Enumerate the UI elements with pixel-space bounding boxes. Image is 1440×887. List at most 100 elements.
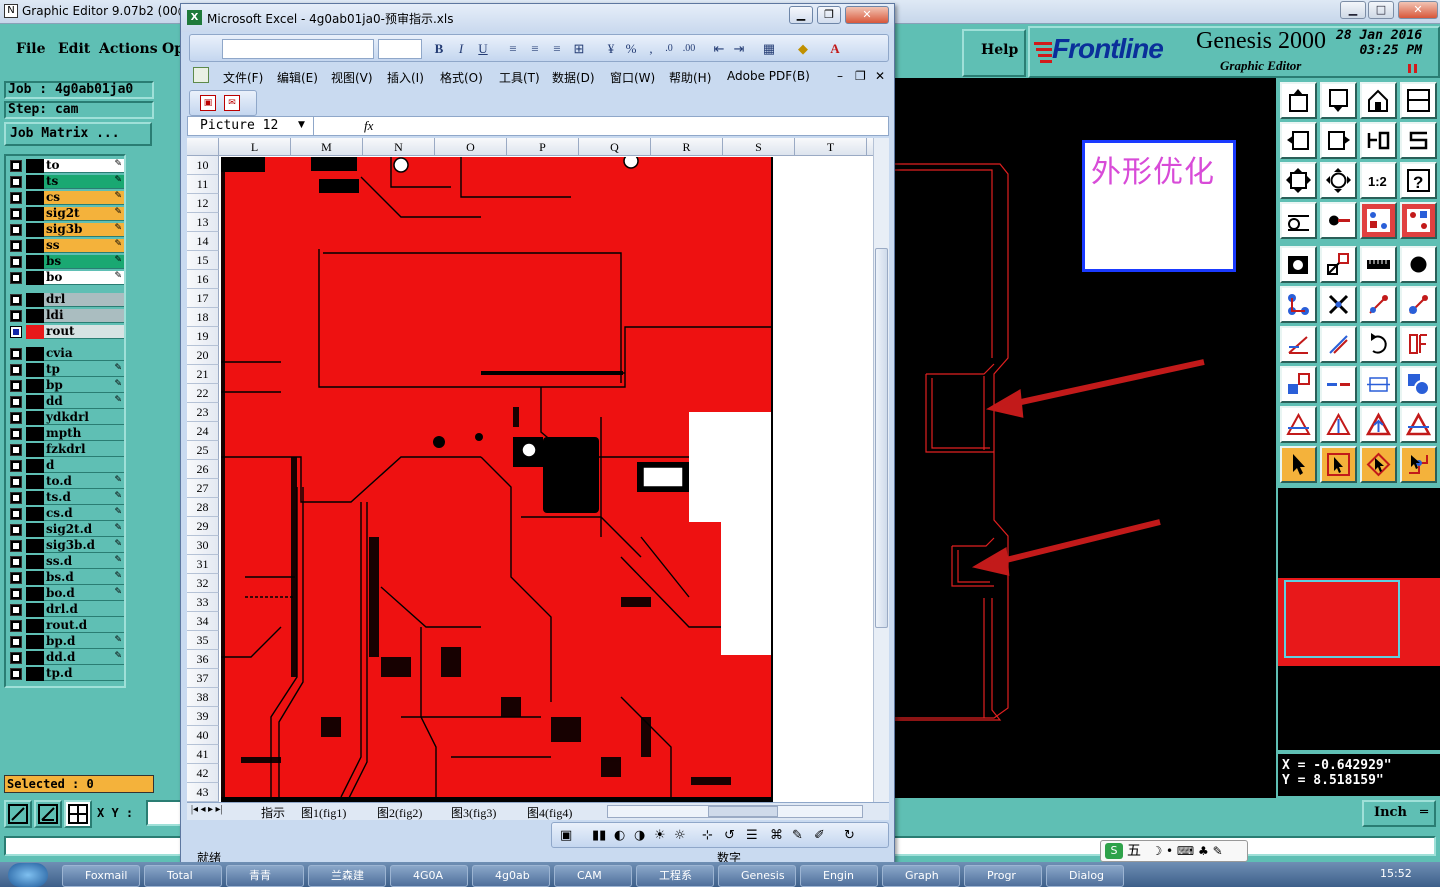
pad-tool-icon[interactable] — [1320, 202, 1357, 239]
layer-checkbox[interactable] — [10, 588, 22, 600]
row-header[interactable]: 40 — [187, 726, 219, 745]
layer-row[interactable]: dd ✎ — [8, 394, 124, 409]
percent-icon[interactable]: % — [622, 41, 640, 57]
sheet-grid[interactable]: LMNOPQRST 10 11 12 13 14 15 16 17 18 19 … — [187, 138, 889, 802]
excel-minimize-button[interactable]: ▁ — [789, 6, 813, 24]
layer-name[interactable]: rout.d — [44, 619, 124, 633]
row-header[interactable]: 33 — [187, 593, 219, 612]
select-net-icon[interactable] — [1400, 446, 1437, 483]
layer-checkbox[interactable] — [10, 572, 22, 584]
layer-name[interactable]: bs — [44, 255, 124, 269]
xl-menu-help[interactable]: 帮助(H) — [669, 69, 711, 86]
row-header[interactable]: 39 — [187, 707, 219, 726]
layer-name[interactable]: sig3b — [44, 223, 124, 237]
layer-checkbox[interactable] — [10, 652, 22, 664]
italic-icon[interactable]: I — [452, 41, 470, 57]
layer-row[interactable]: rout.d — [8, 618, 124, 633]
currency-icon[interactable]: ¥ — [602, 41, 620, 57]
layer-name[interactable]: bs.d — [44, 571, 124, 585]
pad-square-icon[interactable] — [1280, 246, 1317, 283]
row-header[interactable]: 13 — [187, 213, 219, 232]
xl-menu-tools[interactable]: 工具(T) — [499, 69, 540, 86]
align-center-icon[interactable]: ≡ — [526, 41, 544, 57]
xl-menu-window[interactable]: 窗口(W) — [610, 69, 655, 86]
row-header[interactable]: 34 — [187, 612, 219, 631]
taskbar-item[interactable]: 青青 — [226, 865, 304, 887]
column-header[interactable]: M — [291, 138, 363, 156]
start-button[interactable] — [8, 863, 48, 887]
layer-name[interactable]: ydkdrl — [44, 411, 124, 425]
row-header[interactable]: 29 — [187, 517, 219, 536]
layer-name[interactable]: cs.d — [44, 507, 124, 521]
doc-close-button[interactable]: ✕ — [875, 69, 885, 83]
excel-restore-button[interactable]: ❐ — [817, 6, 841, 24]
xl-menu-file[interactable]: 文件(F) — [223, 69, 263, 86]
layer-row[interactable]: ss.d ✎ — [8, 554, 124, 569]
maximize-button[interactable]: □ — [1368, 1, 1394, 19]
fit-vertical-icon[interactable] — [1280, 162, 1317, 199]
layer-name[interactable]: tp.d — [44, 667, 124, 681]
layer-name[interactable]: mpth — [44, 427, 124, 441]
triangle-split-icon[interactable] — [1400, 406, 1437, 443]
fx-icon[interactable]: fx — [364, 118, 373, 134]
pan-right-icon[interactable] — [1320, 122, 1357, 159]
row-header[interactable]: 32 — [187, 574, 219, 593]
row-header[interactable]: 43 — [187, 783, 219, 802]
row-header[interactable]: 41 — [187, 745, 219, 764]
layer-row[interactable]: bo.d ✎ — [8, 586, 124, 601]
layer-name[interactable]: ss.d — [44, 555, 124, 569]
row-header[interactable]: 10 — [187, 156, 219, 175]
layer-row[interactable]: bs.d ✎ — [8, 570, 124, 585]
layer-checkbox[interactable] — [10, 326, 22, 338]
units-selector[interactable]: Inch ═ — [1362, 800, 1436, 827]
layer-row[interactable]: to ✎ — [8, 158, 124, 173]
swap-icon[interactable] — [1400, 122, 1437, 159]
set-transparent-icon[interactable]: ✐ — [814, 828, 825, 843]
dot-icon[interactable] — [1400, 246, 1437, 283]
menu-edit[interactable]: Edit — [58, 41, 90, 57]
layer-row[interactable]: rout — [8, 324, 124, 339]
layer-row[interactable]: tp ✎ — [8, 362, 124, 377]
column-header[interactable]: L — [219, 138, 291, 156]
line-end-icon[interactable] — [1400, 286, 1437, 323]
layer-row[interactable]: cvia — [8, 346, 124, 361]
row-header[interactable]: 12 — [187, 194, 219, 213]
layer-checkbox[interactable] — [10, 380, 22, 392]
increase-indent-icon[interactable]: ⇥ — [730, 41, 748, 57]
column-header[interactable]: S — [723, 138, 795, 156]
taskbar-item[interactable]: 4G0A — [390, 865, 468, 887]
contrast-up-icon[interactable]: ◐ — [614, 828, 625, 843]
layer-name[interactable]: fzkdrl — [44, 443, 124, 457]
layer-name[interactable]: cvia — [44, 347, 124, 361]
layer-checkbox[interactable] — [10, 208, 22, 220]
row-header[interactable]: 20 — [187, 346, 219, 365]
layer-row[interactable]: cs ✎ — [8, 190, 124, 205]
layer-name[interactable]: bo — [44, 271, 124, 285]
layer-row[interactable]: ts.d ✎ — [8, 490, 124, 505]
layer-checkbox[interactable] — [10, 294, 22, 306]
layer-checkbox[interactable] — [10, 508, 22, 520]
layer-row[interactable]: drl — [8, 292, 124, 307]
layer-row[interactable]: bo ✎ — [8, 270, 124, 285]
layers-toggle-2-icon[interactable] — [1400, 202, 1437, 239]
scale-1-2-icon[interactable]: 1:2 — [1360, 162, 1397, 199]
vertical-scrollbar[interactable] — [873, 138, 889, 802]
select-box-icon[interactable] — [1320, 446, 1357, 483]
zoom-house-icon[interactable] — [1360, 82, 1397, 119]
rotate-icon[interactable] — [1360, 326, 1397, 363]
excel-window[interactable]: X Microsoft Excel - 4g0ab01ja0-预审指示.xls … — [180, 3, 895, 867]
triangle-tool-icon[interactable] — [1280, 406, 1317, 443]
layer-checkbox[interactable] — [10, 444, 22, 456]
job-matrix-button[interactable]: Job Matrix ... — [4, 122, 152, 146]
layer-name[interactable]: ts — [44, 175, 124, 189]
tab-instructions[interactable]: 指示 — [261, 804, 285, 821]
tab-scroll-first-icon[interactable]: |◂ ◂ ▸ ▸| — [191, 804, 223, 815]
crop-icon[interactable]: ⊹ — [702, 828, 713, 843]
row-header[interactable]: 37 — [187, 669, 219, 688]
layer-name[interactable]: rout — [44, 325, 124, 339]
decrease-decimal-icon[interactable]: .00 — [680, 41, 698, 57]
doc-minimize-button[interactable]: – — [837, 69, 843, 83]
row-header[interactable]: 42 — [187, 764, 219, 783]
align-right-icon[interactable]: ≡ — [548, 41, 566, 57]
row-header[interactable]: 36 — [187, 650, 219, 669]
